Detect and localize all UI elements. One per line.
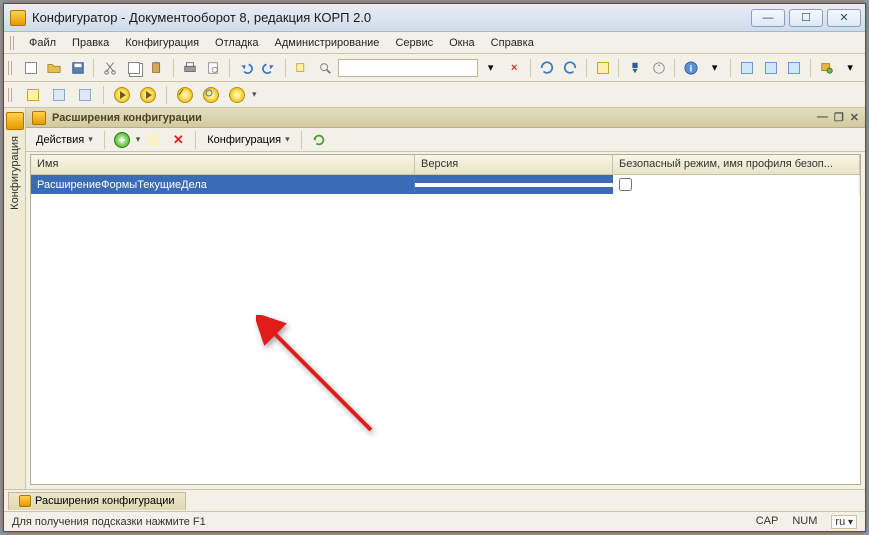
menu-help[interactable]: Справка (484, 35, 541, 51)
properties-button[interactable] (592, 57, 614, 79)
copy-button[interactable] (123, 57, 145, 79)
sidebar-tab-config-icon[interactable] (6, 112, 24, 130)
syntax-button[interactable] (624, 57, 646, 79)
col-name[interactable]: Имя (31, 155, 415, 174)
panel-toolbar: Действия + ▾ ✕ Конфигурация (26, 128, 865, 152)
redo-button[interactable] (258, 57, 280, 79)
undo-button[interactable] (235, 57, 257, 79)
preview-button[interactable] (202, 57, 224, 79)
help-dropdown[interactable]: ▾ (704, 57, 726, 79)
annotation-arrow (256, 315, 386, 445)
debug-stepout-button[interactable] (226, 84, 248, 106)
sidebar-tab-config[interactable]: Конфигурация (9, 130, 21, 216)
search-input[interactable] (338, 59, 478, 77)
help-button[interactable]: i (680, 57, 702, 79)
compare-button[interactable] (736, 57, 758, 79)
menubar: Файл Правка Конфигурация Отладка Админис… (4, 32, 865, 54)
grip-icon (10, 36, 16, 50)
cell-name[interactable]: РасширениеФормыТекущиеДела (31, 177, 415, 193)
menu-windows[interactable]: Окна (442, 35, 482, 51)
tab-extensions[interactable]: Расширения конфигурации (8, 492, 186, 510)
goto-prev-button[interactable] (536, 57, 558, 79)
status-hint: Для получения подсказки нажмите F1 (12, 516, 206, 528)
panel-title: Расширения конфигурации (52, 112, 202, 124)
indicator-lang[interactable]: ru ▾ (831, 515, 857, 529)
titlebar: Конфигуратор - Документооборот 8, редакц… (4, 4, 865, 32)
list-view-button[interactable] (22, 84, 44, 106)
open-button[interactable] (43, 57, 65, 79)
close-button[interactable]: ✕ (827, 9, 861, 27)
panel-restore-button[interactable]: ❐ (834, 111, 844, 124)
col-safe[interactable]: Безопасный режим, имя профиля безоп... (613, 155, 860, 174)
delete-button[interactable]: ✕ (168, 130, 188, 150)
indicator-num: NUM (792, 515, 817, 529)
grid-row[interactable]: РасширениеФормыТекущиеДела (31, 175, 860, 194)
tree-view-button[interactable] (48, 84, 70, 106)
menu-config[interactable]: Конфигурация (118, 35, 206, 51)
print-button[interactable] (179, 57, 201, 79)
menu-file[interactable]: Файл (22, 35, 63, 51)
minimize-button[interactable]: — (751, 9, 785, 27)
indicator-cap: CAP (756, 515, 779, 529)
add-button[interactable]: + (112, 130, 132, 150)
run-button[interactable] (816, 57, 838, 79)
main-toolbar: ▾ × i ▾ ▾ (4, 54, 865, 82)
safe-checkbox[interactable] (619, 178, 632, 191)
add-dropdown[interactable]: ▾ (136, 134, 141, 145)
secondary-toolbar: ▾ (4, 82, 865, 108)
table-view-button[interactable] (74, 84, 96, 106)
save-button[interactable] (67, 57, 89, 79)
cell-version[interactable] (415, 183, 613, 187)
menu-service[interactable]: Сервис (388, 35, 440, 51)
panel-close-button[interactable]: ✕ (850, 111, 859, 124)
update-button[interactable] (760, 57, 782, 79)
zoom-button[interactable] (314, 57, 336, 79)
search-dropdown[interactable]: ▾ (480, 57, 502, 79)
save-config-button[interactable] (783, 57, 805, 79)
maximize-button[interactable]: ☐ (789, 9, 823, 27)
debug-step-button[interactable] (174, 84, 196, 106)
refresh-button[interactable] (309, 130, 329, 150)
new-button[interactable] (20, 57, 42, 79)
run-dropdown[interactable]: ▾ (839, 57, 861, 79)
debug-continue-button[interactable] (137, 84, 159, 106)
svg-text:i: i (690, 63, 693, 74)
menu-debug[interactable]: Отладка (208, 35, 265, 51)
clear-search-button[interactable]: × (503, 57, 525, 79)
menu-edit[interactable]: Правка (65, 35, 116, 51)
left-panel: Конфигурация (4, 108, 26, 489)
extensions-grid: Имя Версия Безопасный режим, имя профиля… (30, 154, 861, 485)
panel-minimize-button[interactable]: — (817, 111, 828, 124)
goto-next-button[interactable] (559, 57, 581, 79)
panel-icon (32, 111, 46, 125)
cut-button[interactable] (99, 57, 121, 79)
edit-button[interactable] (144, 130, 164, 150)
paste-button[interactable] (146, 57, 168, 79)
config-dropdown[interactable]: Конфигурация (203, 132, 293, 148)
panel-titlebar: Расширения конфигурации — ❐ ✕ (26, 108, 865, 128)
check-button[interactable] (648, 57, 670, 79)
statusbar: Для получения подсказки нажмите F1 CAP N… (4, 511, 865, 531)
tab-icon (19, 495, 31, 507)
grid-header: Имя Версия Безопасный режим, имя профиля… (31, 155, 860, 175)
menu-admin[interactable]: Администрирование (268, 35, 387, 51)
find-button[interactable] (291, 57, 313, 79)
app-icon (10, 10, 26, 26)
actions-dropdown[interactable]: Действия (32, 132, 97, 148)
grip-icon (8, 61, 14, 75)
grip-icon (8, 88, 14, 102)
bottom-tabs: Расширения конфигурации (4, 489, 865, 511)
window-title: Конфигуратор - Документооборот 8, редакц… (32, 10, 751, 25)
col-version[interactable]: Версия (415, 155, 613, 174)
debug-start-button[interactable] (111, 84, 133, 106)
debug-stepover-button[interactable] (200, 84, 222, 106)
cell-safe[interactable] (613, 175, 860, 195)
